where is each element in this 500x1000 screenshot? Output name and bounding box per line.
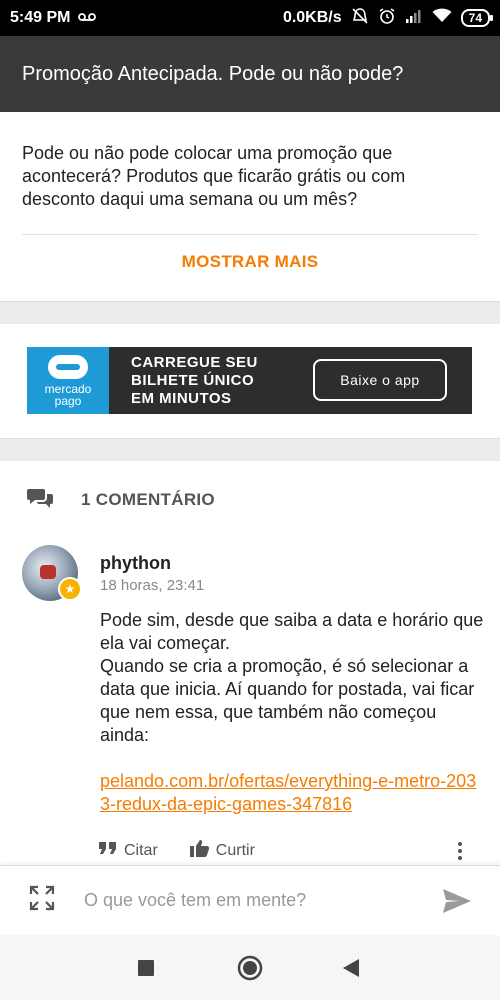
- quote-icon: [98, 840, 118, 861]
- expand-icon[interactable]: [28, 884, 56, 917]
- comments-icon: [27, 487, 53, 514]
- alarm-off-icon: [351, 7, 369, 30]
- divider: [22, 234, 478, 235]
- like-label: Curtir: [215, 841, 255, 859]
- quote-label: Citar: [124, 841, 158, 859]
- ad-section: mercado pago CARREGUE SEU BILHETE ÚNICO …: [0, 324, 500, 439]
- status-bar: 5:49 PM 0.0KB/s 74: [0, 0, 500, 36]
- topic-card: Pode ou não pode colocar uma promoção qu…: [0, 112, 500, 302]
- comment-author[interactable]: phython: [100, 553, 171, 574]
- quote-button[interactable]: Citar: [98, 840, 158, 861]
- comment-body-line2: Quando se cria a promoção, é só selecion…: [100, 656, 475, 745]
- thumbs-up-icon: [189, 839, 210, 862]
- star-badge-icon: ★: [58, 577, 82, 601]
- comment-input[interactable]: [84, 890, 414, 911]
- battery-level: 74: [468, 11, 482, 25]
- title-bar: Promoção Antecipada. Pode ou não pode?: [0, 36, 500, 112]
- comments-header: 1 COMENTÁRIO: [0, 461, 500, 539]
- send-icon[interactable]: [442, 888, 472, 919]
- logo-line2: pago: [54, 393, 82, 408]
- comment-body: Pode sim, desde que saiba a data e horár…: [100, 609, 485, 747]
- handshake-icon: [48, 354, 88, 379]
- screen: 5:49 PM 0.0KB/s 74 Promoção Antecipada. …: [0, 0, 500, 1000]
- square-icon[interactable]: [137, 959, 155, 982]
- download-app-button[interactable]: Baixe o app: [313, 359, 447, 401]
- comment-body-line1: Pode sim, desde que saiba a data e horár…: [100, 610, 484, 653]
- ad-headline: CARREGUE SEU BILHETE ÚNICO EM MINUTOS: [131, 354, 258, 408]
- voicemail-icon: [78, 9, 97, 27]
- comment-composer: [0, 865, 500, 935]
- back-icon[interactable]: [342, 958, 360, 983]
- comment-actions: Citar Curtir: [98, 839, 255, 862]
- circle-icon[interactable]: [237, 955, 263, 986]
- section-separator: [0, 439, 500, 461]
- status-time: 5:49 PM: [10, 9, 71, 26]
- ad-headline-line3: EM MINUTOS: [131, 389, 232, 407]
- logo-line1: mercado: [44, 381, 92, 396]
- mercado-pago-logo: mercado pago: [27, 347, 109, 414]
- page-title: Promoção Antecipada. Pode ou não pode?: [22, 62, 404, 85]
- like-button[interactable]: Curtir: [189, 839, 255, 862]
- network-speed: 0.0KB/s: [282, 9, 342, 26]
- ad-headline-line2: BILHETE ÚNICO: [131, 371, 255, 389]
- alarm-icon: [378, 7, 396, 30]
- show-more-button[interactable]: MOSTRAR MAIS: [0, 252, 500, 272]
- comment-time: 18 horas, 23:41: [100, 577, 205, 594]
- more-vert-icon[interactable]: [450, 839, 470, 863]
- section-separator: [0, 302, 500, 324]
- comment-link[interactable]: pelando.com.br/ofertas/everything-e-metr…: [100, 770, 485, 816]
- comment-item: ★ phython 18 horas, 23:41 Pode sim, desd…: [0, 539, 500, 865]
- android-nav-bar: [0, 935, 500, 1000]
- ad-headline-line1: CARREGUE SEU: [131, 353, 258, 371]
- comment-count: 1 COMENTÁRIO: [81, 490, 215, 509]
- wifi-icon: [432, 8, 452, 28]
- battery-icon: 74: [460, 9, 494, 27]
- topic-description: Pode ou não pode colocar uma promoção qu…: [22, 143, 406, 209]
- signal-icon: [405, 9, 423, 28]
- ad-banner[interactable]: mercado pago CARREGUE SEU BILHETE ÚNICO …: [27, 347, 472, 414]
